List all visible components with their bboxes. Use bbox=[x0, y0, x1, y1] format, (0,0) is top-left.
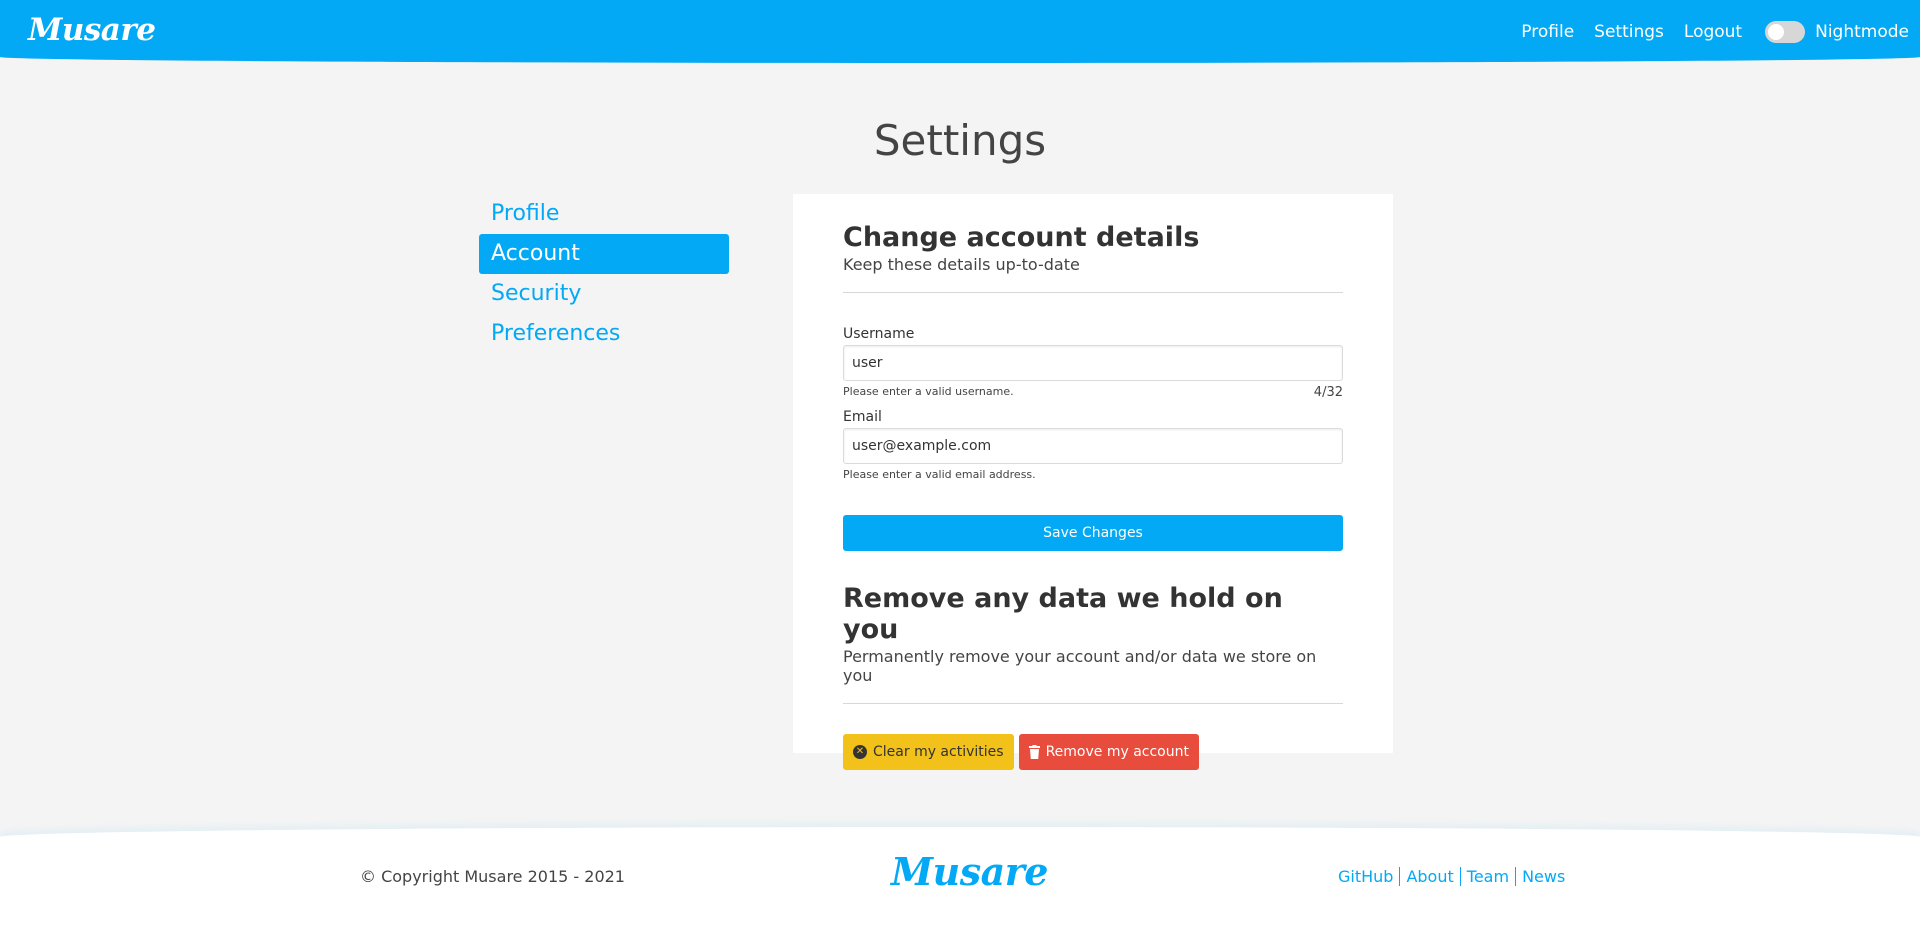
remove-section-title: Remove any data we hold on you bbox=[843, 583, 1283, 645]
clear-activities-label: Clear my activities bbox=[873, 744, 1004, 760]
email-input[interactable] bbox=[843, 428, 1343, 464]
footer-link-team[interactable]: Team bbox=[1459, 867, 1515, 886]
email-label: Email bbox=[843, 409, 882, 425]
copyright-text: © Copyright Musare 2015 - 2021 bbox=[360, 867, 625, 886]
footer-link-news[interactable]: News bbox=[1515, 867, 1571, 886]
email-help: Please enter a valid email address. bbox=[843, 468, 1036, 481]
save-changes-button[interactable]: Save Changes bbox=[843, 515, 1343, 551]
nav-profile-link[interactable]: Profile bbox=[1521, 22, 1574, 42]
sidebar-item-profile[interactable]: Profile bbox=[479, 194, 729, 234]
account-section-title: Change account details bbox=[843, 222, 1200, 253]
nightmode-label: Nightmode bbox=[1815, 21, 1909, 42]
sidebar-item-security[interactable]: Security bbox=[479, 274, 729, 314]
username-help: Please enter a valid username. bbox=[843, 385, 1014, 398]
page-title: Settings bbox=[0, 116, 1920, 165]
top-navbar: Musare Profile Settings Logout Nightmode bbox=[0, 0, 1920, 63]
page-title-text: Settings bbox=[873, 116, 1047, 165]
close-circle-icon: ✕ bbox=[853, 745, 867, 759]
clear-activities-button[interactable]: ✕ Clear my activities bbox=[843, 734, 1014, 770]
username-input[interactable] bbox=[843, 345, 1343, 381]
footer-musare-logo[interactable]: Musare bbox=[891, 849, 1048, 894]
username-char-counter: 4/32 bbox=[1313, 385, 1343, 400]
settings-sidebar: Profile Account Security Preferences bbox=[479, 194, 729, 354]
footer-link-github[interactable]: GitHub bbox=[1338, 867, 1399, 886]
nav-logout-link[interactable]: Logout bbox=[1684, 22, 1742, 42]
footer-link-about[interactable]: About bbox=[1399, 867, 1459, 886]
musare-logo[interactable]: Musare bbox=[28, 12, 156, 48]
nav-settings-link[interactable]: Settings bbox=[1594, 22, 1664, 42]
account-settings-card: Change account details Keep these detail… bbox=[793, 194, 1393, 770]
nightmode-toggle[interactable] bbox=[1765, 20, 1806, 43]
remove-account-button[interactable]: Remove my account bbox=[1018, 734, 1199, 770]
footer-links: GitHub About Team News bbox=[1338, 867, 1571, 886]
sidebar-item-preferences[interactable]: Preferences bbox=[479, 314, 729, 354]
nav-links: Profile Settings Logout Nightmode bbox=[1501, 0, 1909, 63]
username-label: Username bbox=[843, 326, 915, 342]
toggle-knob bbox=[1768, 23, 1785, 40]
account-section-subtitle: Keep these details up-to-date bbox=[843, 255, 1080, 274]
footer: © Copyright Musare 2015 - 2021 Musare Gi… bbox=[0, 827, 1920, 927]
trash-icon bbox=[1028, 745, 1040, 759]
sidebar-item-account[interactable]: Account bbox=[479, 234, 729, 274]
remove-account-label: Remove my account bbox=[1045, 744, 1189, 760]
remove-section-subtitle: Permanently remove your account and/or d… bbox=[843, 647, 1317, 685]
